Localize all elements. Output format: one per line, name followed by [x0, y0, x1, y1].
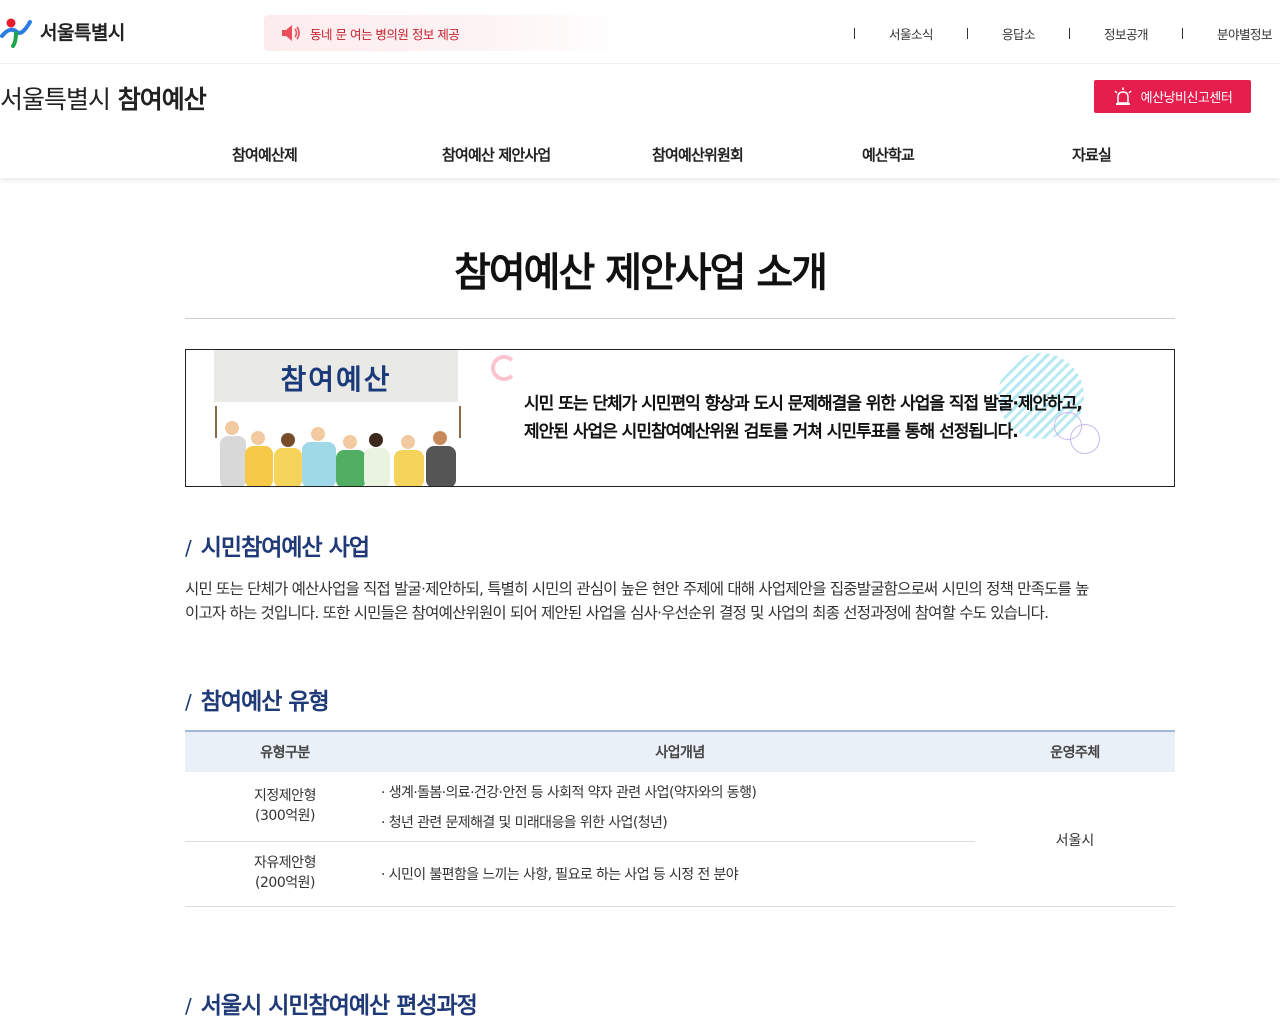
page-title: 참여예산 제안사업 소개: [454, 250, 828, 296]
section-title: 시민참여예산 사업: [200, 535, 370, 561]
util-divider: [1068, 28, 1070, 39]
site-title[interactable]: 서울특별시 참여예산: [0, 80, 207, 116]
nav-item-archive[interactable]: 자료실: [1072, 144, 1112, 165]
intro-line-2: 제안된 사업은 시민참여예산위원 검토를 거쳐 시민투표를 통해 선정됩니다.: [524, 422, 1019, 442]
intro-sign-text: 참여예산: [280, 363, 392, 396]
type-cell: 자유제안형 (200억원): [185, 853, 385, 893]
intro-line-1: 시민 또는 단체가 시민편익 향상과 도시 문제해결을 위한 사업을 직접 발굴…: [524, 394, 1083, 414]
utility-nav: 서울소식 응답소 정보공개 분야별정보: [853, 24, 1273, 43]
concept-item: · 시민이 불편함을 느끼는 사항, 필요로 하는 사업 등 시정 전 분야: [381, 867, 739, 883]
intro-banner: 참여예산 시민 또는 단체가 시민편익 향상과 도시 문제해결을 위한 사업을 …: [185, 349, 1175, 487]
citizen-budget-description: 시민 또는 단체가 예산사업을 직접 발굴·제안하되, 특별히 시민의 관심이 …: [185, 577, 1180, 625]
main-nav: 참여예산제 참여예산 제안사업 참여예산위원회 예산학교 자료실: [0, 132, 1280, 178]
description-line-2: 이고자 하는 것입니다. 또한 시민들은 참여예산위원이 되어 제안된 사업을 …: [185, 604, 1049, 622]
type-name: 지정제안형: [254, 788, 316, 804]
siren-icon: [1114, 87, 1132, 105]
operator-cell: 서울시: [1055, 833, 1095, 849]
nav-item-proposal-projects[interactable]: 참여예산 제안사업: [442, 144, 551, 165]
section-heading-citizen-budget: / 시민참여예산 사업: [185, 528, 370, 562]
table-header-type: 유형구분: [260, 745, 310, 761]
speaker-icon: [282, 25, 300, 41]
logo-text: 서울특별시: [40, 21, 125, 44]
site-title-city: 서울특별시: [0, 85, 111, 114]
section-heading-budget-types: / 참여예산 유형: [185, 682, 330, 716]
util-link-field-info[interactable]: 분야별정보: [1217, 24, 1273, 43]
nav-item-participatory-budget[interactable]: 참여예산제: [232, 144, 298, 165]
type-amount: (200억원): [255, 875, 315, 891]
nav-item-budget-committee[interactable]: 참여예산위원회: [652, 144, 744, 165]
table-row: 지정제안형 (300억원) · 생계·돌봄·의료·건강·안전 등 사회적 약자 …: [185, 772, 975, 842]
budget-waste-report-button[interactable]: 예산낭비신고센터: [1094, 80, 1251, 113]
report-button-label: 예산낭비신고센터: [1140, 91, 1233, 106]
table-row: 자유제안형 (200억원) · 시민이 불편함을 느끼는 사항, 필요로 하는 …: [185, 842, 975, 906]
util-divider: [966, 28, 968, 39]
notice-text: 동네 문 여는 병의원 정보 제공: [310, 26, 460, 42]
table-header-concept: 사업개념: [655, 745, 705, 761]
table-header-operator: 운영주체: [1050, 745, 1100, 761]
section-heading-budget-process: / 서울시 시민참여예산 편성과정: [185, 986, 478, 1020]
util-link-eungdapso[interactable]: 응답소: [1002, 24, 1036, 43]
decorative-arc: [491, 355, 517, 381]
util-divider: [853, 28, 855, 39]
util-link-info-disclosure[interactable]: 정보공개: [1104, 24, 1149, 43]
util-divider: [1181, 28, 1183, 39]
table-bottom-border: [185, 906, 1175, 907]
title-divider: [185, 318, 1175, 319]
nav-item-budget-school[interactable]: 예산학교: [862, 144, 915, 165]
top-utility-bar: 서울특별시 동네 문 여는 병의원 정보 제공 서울소식 응답소 정보공개 분야…: [0, 0, 1280, 64]
type-cell: 지정제안형 (300억원): [185, 786, 385, 826]
section-title: 참여예산 유형: [200, 689, 330, 715]
heading-slash-mark: /: [185, 690, 192, 714]
seoul-logo-icon: [0, 18, 32, 48]
section-title: 서울시 시민참여예산 편성과정: [200, 993, 478, 1019]
description-line-1: 시민 또는 단체가 예산사업을 직접 발굴·제안하되, 특별히 시민의 관심이 …: [185, 580, 1089, 598]
util-link-seoul-news[interactable]: 서울소식: [889, 24, 934, 43]
site-title-program: 참여예산: [117, 85, 207, 114]
citizens-illustration: [215, 406, 461, 486]
table-header: 유형구분 사업개념 운영주체: [185, 730, 1175, 772]
type-name: 자유제안형: [254, 855, 316, 871]
heading-slash-mark: /: [185, 994, 192, 1018]
seoul-logo[interactable]: 서울특별시: [0, 14, 125, 48]
heading-slash-mark: /: [185, 536, 192, 560]
type-amount: (300억원): [255, 808, 315, 824]
concept-item: · 생계·돌봄·의료·건강·안전 등 사회적 약자 관련 사업(약자와의 동행): [381, 785, 757, 801]
budget-type-table: 유형구분 사업개념 운영주체 지정제안형 (300억원) · 생계·돌봄·의료·…: [185, 730, 1175, 907]
notice-banner[interactable]: 동네 문 여는 병의원 정보 제공: [264, 15, 626, 51]
intro-sign-board: 참여예산: [214, 350, 458, 402]
concept-item: · 청년 관련 문제해결 및 미래대응을 위한 사업(청년): [381, 815, 668, 831]
intro-description: 시민 또는 단체가 시민편익 향상과 도시 문제해결을 위한 사업을 직접 발굴…: [524, 390, 1083, 446]
